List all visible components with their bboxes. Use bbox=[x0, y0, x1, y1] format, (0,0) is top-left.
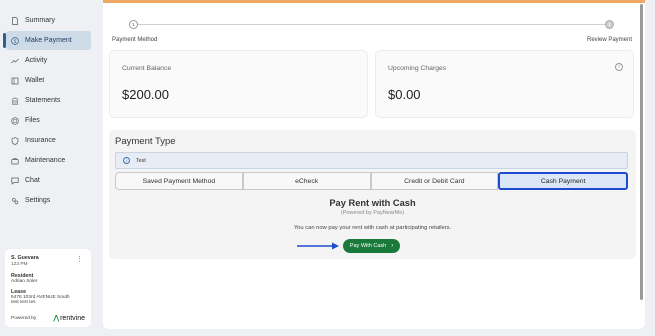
sidebar-item-make-payment[interactable]: $ Make Payment bbox=[3, 31, 91, 50]
payment-tabs: Saved Payment Method eCheck Credit or De… bbox=[115, 172, 628, 190]
wallet-icon bbox=[11, 77, 19, 85]
step-1-label: Payment Method bbox=[112, 37, 158, 43]
cash-description: You can now pay your rent with cash at p… bbox=[293, 225, 452, 231]
sidebar-item-label: Summary bbox=[25, 17, 55, 24]
sidebar-item-insurance[interactable]: Insurance bbox=[6, 131, 91, 150]
lease-address-line2: test test tes bbox=[11, 300, 36, 305]
sidebar-item-statements[interactable]: Statements bbox=[6, 91, 91, 110]
notice-text: Test bbox=[136, 157, 146, 164]
pay-with-cash-label: Pay With Cash bbox=[349, 243, 387, 249]
cash-subtitle: (Powered by PayNearMe) bbox=[340, 210, 405, 216]
sidebar-item-chat[interactable]: Chat bbox=[6, 171, 91, 190]
arrow-right-icon bbox=[297, 242, 339, 250]
rentvine-logo-icon: ⋀ bbox=[53, 315, 60, 322]
step-1-indicator: 1 bbox=[129, 20, 138, 29]
upcoming-charges-title: Upcoming Charges bbox=[388, 65, 447, 72]
sidebar-item-activity[interactable]: Activity bbox=[6, 51, 91, 70]
rentvine-logo: ⋀ rentvine bbox=[53, 314, 85, 323]
dollar-icon: $ bbox=[11, 36, 19, 45]
step-2-indicator: 2 bbox=[605, 20, 614, 29]
sidebar-item-label: Make Payment bbox=[25, 37, 72, 44]
document-icon bbox=[11, 16, 19, 25]
payment-type-title: Payment Type bbox=[115, 136, 176, 147]
upcoming-charges-value: $0.00 bbox=[388, 87, 421, 102]
sidebar-item-label: Settings bbox=[25, 197, 51, 204]
current-balance-title: Current Balance bbox=[122, 65, 172, 72]
sidebar-item-maintenance[interactable]: Maintenance bbox=[6, 151, 91, 170]
svg-text:$: $ bbox=[14, 38, 17, 44]
sidebar-item-wallet[interactable]: Wallet bbox=[6, 71, 91, 90]
toolbox-icon bbox=[11, 157, 19, 165]
files-icon bbox=[11, 116, 19, 125]
pay-with-cash-button[interactable]: Pay With Cash › bbox=[343, 239, 400, 253]
step-2-label: Review Payment bbox=[587, 37, 633, 43]
sidebar-item-label: Maintenance bbox=[25, 157, 66, 164]
sidebar-item-settings[interactable]: Settings bbox=[6, 191, 91, 210]
resident-name: Adrian Soler bbox=[11, 279, 38, 284]
sidebar-item-label: Statements bbox=[25, 97, 61, 104]
stepper-line bbox=[138, 24, 606, 25]
statements-icon bbox=[11, 96, 19, 105]
cash-title: Pay Rent with Cash bbox=[329, 198, 416, 208]
sidebar-item-files[interactable]: Files bbox=[6, 111, 91, 130]
chevron-right-icon: › bbox=[391, 243, 394, 249]
powered-by: Powered by ⋀ rentvine bbox=[11, 314, 85, 323]
user-card: S. Guevara 123 PM ⋮ Resident Adrian Sole… bbox=[5, 249, 91, 327]
notice-box: i Test bbox=[115, 152, 628, 169]
tab-echeck[interactable]: eCheck bbox=[242, 172, 371, 190]
sidebar-item-label: Wallet bbox=[25, 77, 45, 84]
info-circle-icon: i bbox=[123, 157, 130, 164]
activity-icon bbox=[11, 57, 19, 65]
sidebar-item-summary[interactable]: Summary bbox=[6, 11, 91, 30]
kebab-menu-icon[interactable]: ⋮ bbox=[76, 255, 83, 263]
rentvine-brand: rentvine bbox=[60, 314, 85, 322]
current-balance-value: $200.00 bbox=[122, 87, 169, 102]
info-icon[interactable]: i bbox=[615, 63, 623, 71]
settings-icon bbox=[11, 197, 19, 205]
current-balance-card: Current Balance $200.00 bbox=[109, 50, 368, 118]
tab-credit-debit-card[interactable]: Credit or Debit Card bbox=[370, 172, 499, 190]
sidebar-item-label: Files bbox=[25, 117, 40, 124]
shield-icon bbox=[11, 136, 19, 145]
stepper: 1 2 Payment Method Review Payment bbox=[103, 17, 645, 47]
tab-cash-payment[interactable]: Cash Payment bbox=[498, 172, 628, 190]
main-panel: 1 2 Payment Method Review Payment Curren… bbox=[103, 0, 645, 329]
tab-saved-payment-method[interactable]: Saved Payment Method bbox=[115, 172, 243, 190]
sidebar-item-label: Activity bbox=[25, 57, 48, 64]
sidebar-item-label: Chat bbox=[25, 177, 40, 184]
upcoming-charges-card: Upcoming Charges $0.00 i bbox=[375, 50, 634, 118]
user-name: S. Guevara bbox=[11, 255, 39, 261]
chat-icon bbox=[11, 177, 19, 185]
sidebar-item-label: Insurance bbox=[25, 137, 56, 144]
user-time: 123 PM bbox=[11, 262, 28, 267]
powered-by-label: Powered by bbox=[11, 315, 37, 321]
scrollbar[interactable] bbox=[640, 4, 643, 300]
payment-type-section: Payment Type i Test Saved Payment Method… bbox=[109, 130, 636, 259]
